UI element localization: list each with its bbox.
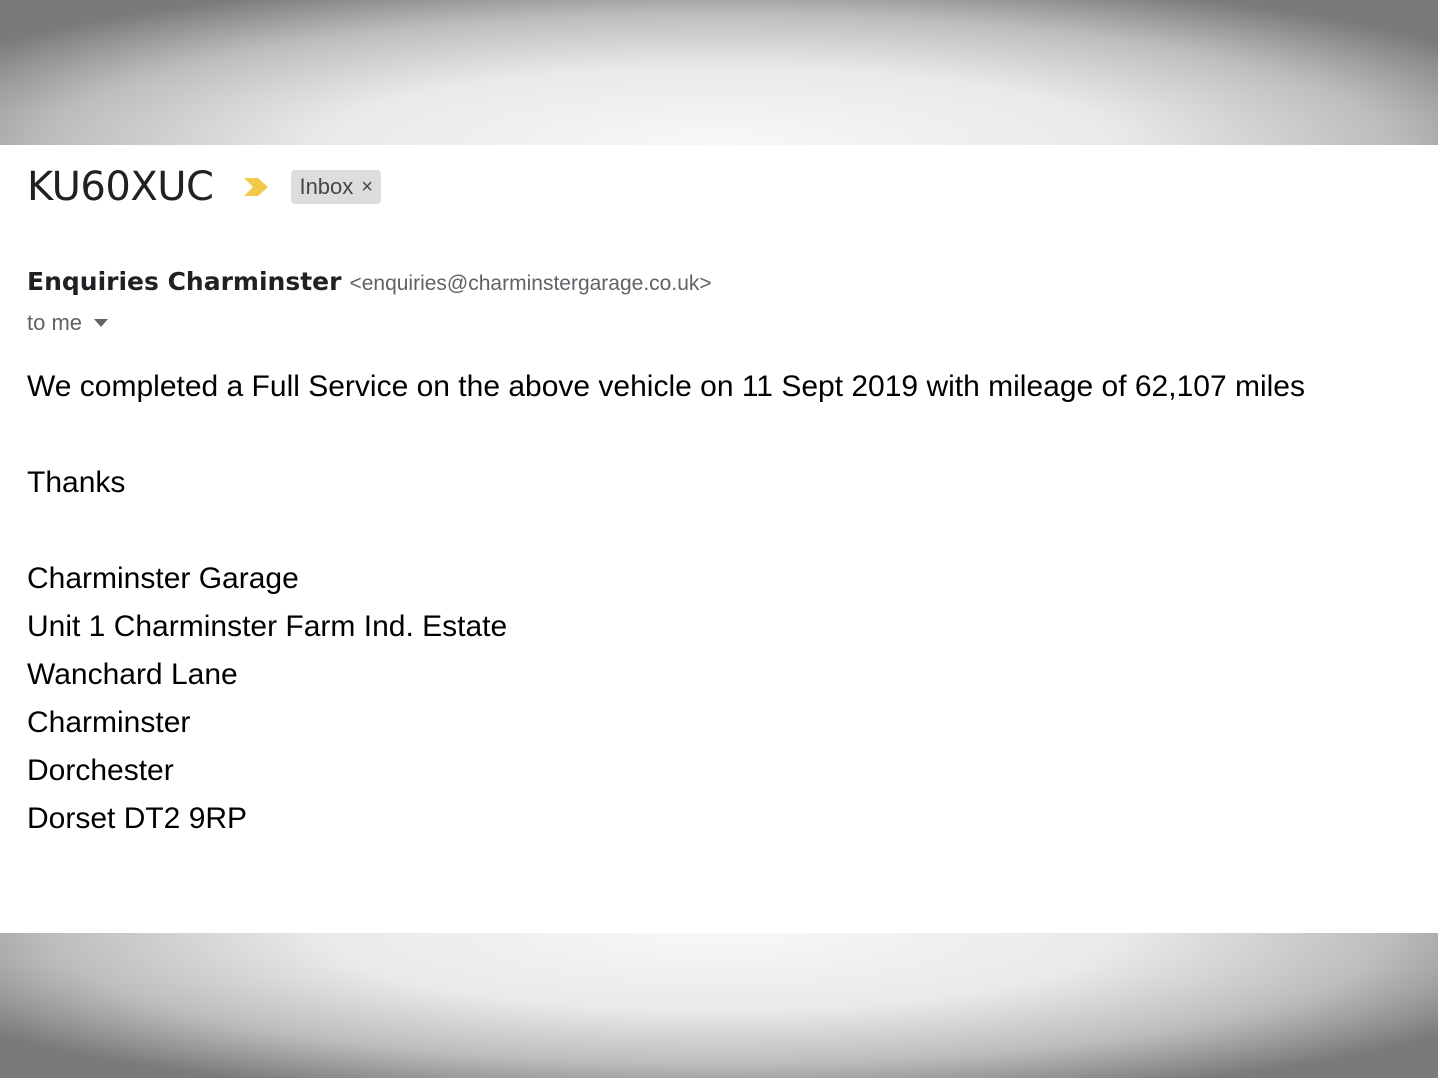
subject-row: KU60XUC Inbox × (27, 167, 381, 207)
inbox-label-chip[interactable]: Inbox × (291, 170, 381, 204)
chevron-down-icon[interactable] (94, 319, 109, 327)
sender-name[interactable]: Enquiries Charminster (27, 267, 341, 296)
top-vignette (0, 0, 1438, 145)
message-text: We completed a Full Service on the above… (27, 370, 1305, 403)
signoff-text: Thanks (27, 466, 126, 499)
importance-marker-icon[interactable] (243, 177, 269, 197)
email-body: We completed a Full Service on the above… (27, 363, 1427, 843)
recipient-row[interactable]: to me (27, 310, 109, 336)
email-subject: KU60XUC (27, 164, 214, 210)
bottom-vignette (0, 933, 1438, 1078)
signature-line: Charminster (27, 706, 191, 739)
signature-line: Dorset DT2 9RP (27, 802, 248, 835)
remove-label-icon[interactable]: × (361, 177, 373, 197)
signature-line: Dorchester (27, 754, 174, 787)
label-chip-text: Inbox (299, 174, 354, 199)
email-view: KU60XUC Inbox × Enquiries Charminster <e… (0, 145, 1438, 933)
signature-line: Wanchard Lane (27, 658, 238, 691)
signature-line: Charminster Garage (27, 562, 299, 595)
recipient-text: to me (27, 310, 83, 335)
signature-line: Unit 1 Charminster Farm Ind. Estate (27, 610, 508, 643)
screenshot-frame: KU60XUC Inbox × Enquiries Charminster <e… (0, 0, 1438, 1078)
sender-email: <enquiries@charminstergarage.co.uk> (349, 272, 712, 295)
sender-row: Enquiries Charminster <enquiries@charmin… (27, 267, 712, 296)
